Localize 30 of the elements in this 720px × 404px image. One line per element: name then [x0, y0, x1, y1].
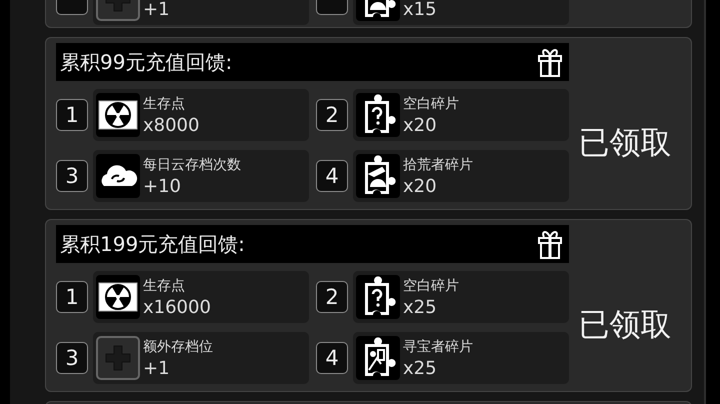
claimed-status: 已领取	[578, 124, 672, 162]
reward-name: 额外存档位	[143, 338, 213, 356]
reward-name: 空白碎片	[403, 276, 459, 294]
reward-name: 拾荒者碎片	[403, 156, 473, 174]
number-badge: 3	[56, 160, 88, 192]
number-badge: 1	[56, 99, 88, 131]
reward-amount: x20	[403, 176, 438, 196]
reward-amount: x25	[403, 358, 438, 378]
reward-amount: x25	[403, 296, 438, 318]
number-badge: 2	[316, 281, 348, 313]
reward-name: 生存点	[143, 276, 186, 294]
reward-amount: +1	[143, 358, 171, 378]
card-title: 累积99元充值回馈:	[60, 48, 232, 76]
reward-amount: x8000	[143, 114, 200, 136]
claimed-status: 已领取	[578, 306, 672, 344]
number-badge: 4	[316, 160, 348, 192]
reward-amount: x16000	[143, 296, 211, 318]
reward-name: 空白碎片	[403, 94, 459, 112]
number-badge: 1	[56, 281, 88, 313]
number-badge: 2	[316, 99, 348, 131]
reward-amount: x20	[403, 114, 438, 136]
reward-amount: +10	[143, 176, 182, 196]
number-badge: 4	[316, 342, 348, 374]
reward-name: 每日云存档次数	[143, 156, 241, 174]
number-badge: 3	[56, 342, 88, 374]
reward-amount: x15	[403, 0, 437, 20]
card-title: 累积199元充值回馈:	[60, 230, 245, 258]
reward-name: 寻宝者碎片	[403, 338, 473, 356]
reward-name: 生存点	[143, 94, 186, 112]
reward-amount: +1	[143, 0, 170, 20]
